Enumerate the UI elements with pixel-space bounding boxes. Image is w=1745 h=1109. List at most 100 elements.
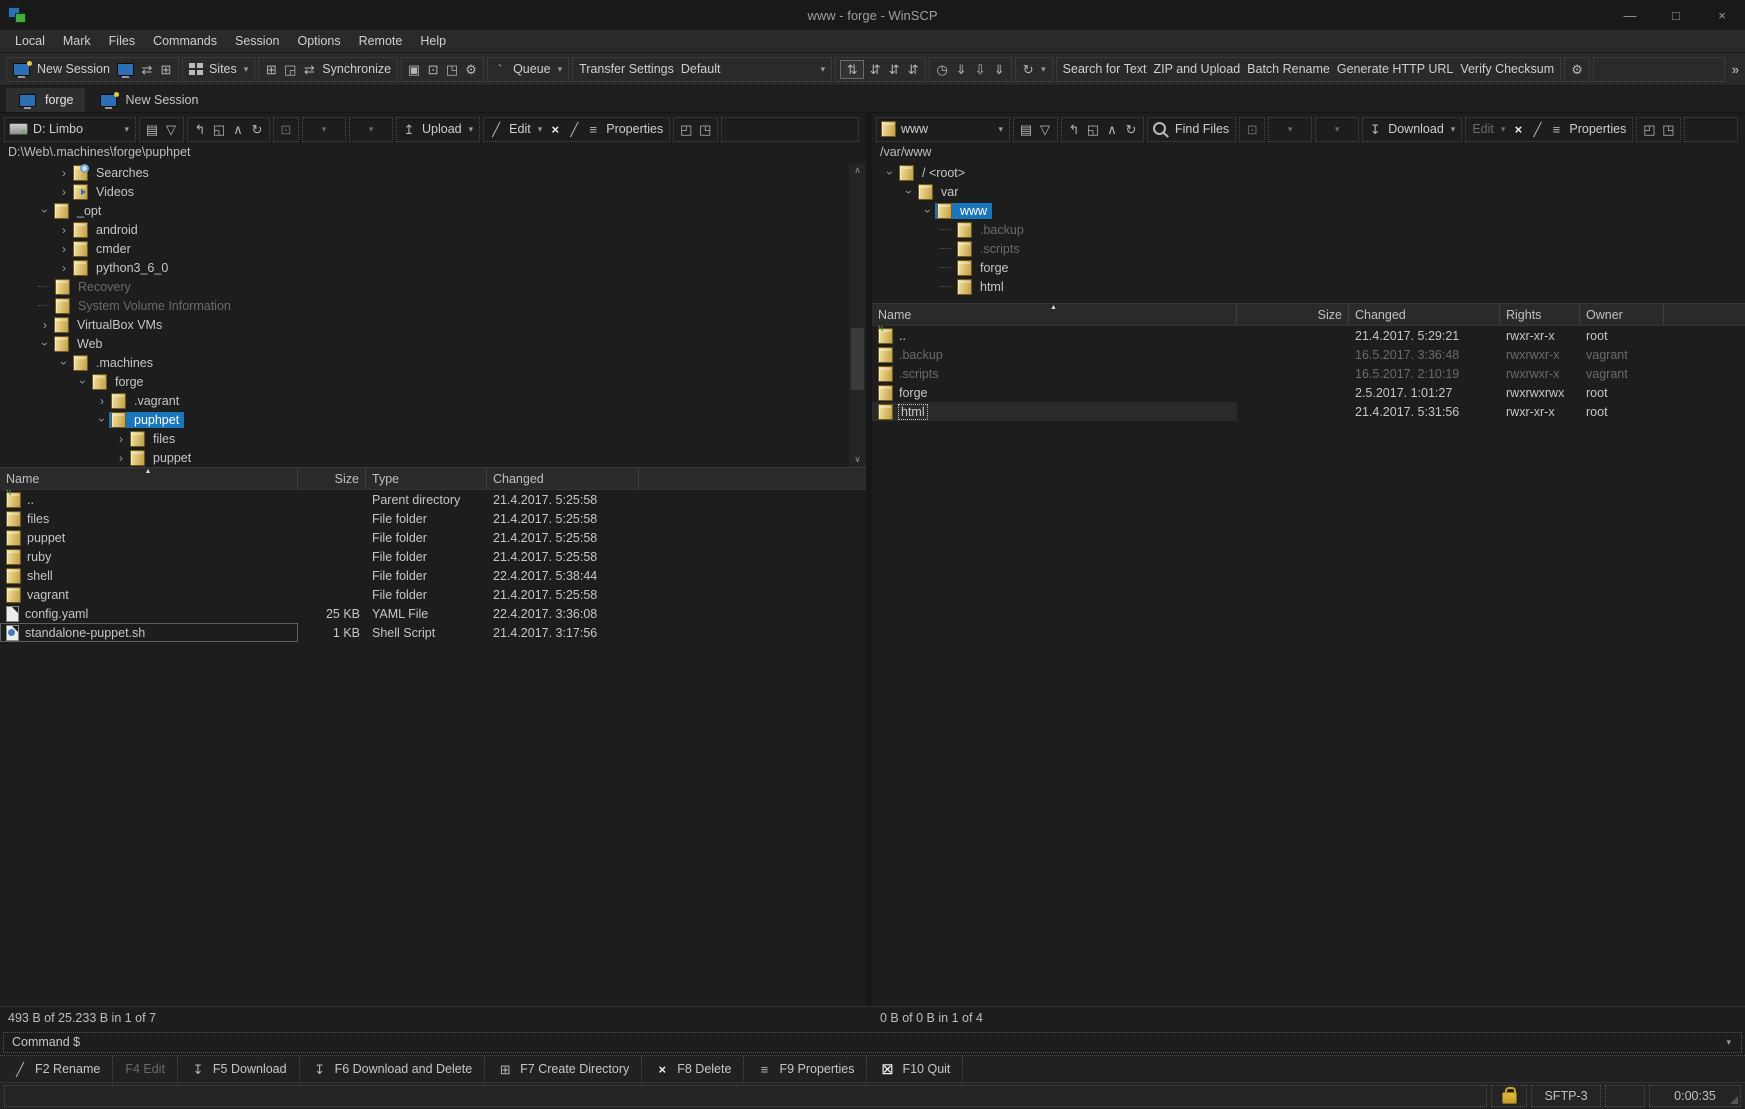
properties-button[interactable]: Properties [1567, 122, 1628, 136]
column-header-changed[interactable]: Changed [487, 468, 639, 489]
tree-node-www[interactable]: ›www [872, 201, 1745, 220]
tree-node-forge[interactable]: ›forge [0, 372, 866, 391]
list-empty-area[interactable] [0, 642, 866, 1006]
new-icon[interactable]: ◰ [1641, 123, 1657, 136]
transfer-mode-ascii-icon[interactable]: ⇵ [867, 63, 883, 76]
f5-download-button[interactable]: ↧F5 Download [178, 1056, 300, 1082]
menu-help[interactable]: Help [411, 34, 455, 48]
collapse-icon[interactable]: › [903, 185, 915, 199]
file-row-ruby[interactable]: rubyFile folder21.4.2017. 5:25:58 [0, 547, 866, 566]
file-row-item[interactable]: ..21.4.2017. 5:29:21rwxr-xr-xroot [872, 326, 1745, 345]
generate-http-url-button[interactable]: Generate HTTP URL [1335, 62, 1455, 76]
collapse-icon[interactable]: › [922, 204, 934, 218]
command-input[interactable]: Command $ ▾ [3, 1032, 1742, 1053]
console-icon[interactable]: ▣ [406, 63, 422, 76]
maximize-button[interactable]: □ [1653, 0, 1699, 30]
add-to-queue-icon[interactable]: ⇩ [972, 63, 988, 76]
menu-local[interactable]: Local [6, 34, 54, 48]
tree-node-virtualbox-vms[interactable]: ›VirtualBox VMs [0, 315, 866, 334]
sites-dropdown[interactable]: ▾ [242, 64, 251, 75]
home-directory-icon[interactable]: ∧ [230, 123, 246, 136]
delete-icon[interactable]: × [547, 123, 563, 136]
remote-path-label[interactable]: www [899, 122, 930, 136]
tab-new-session[interactable]: New Session [87, 88, 210, 112]
tree-node-python3-6-0[interactable]: ›python3_6_0 [0, 258, 866, 277]
column-header-name[interactable]: ▲Name [872, 304, 1237, 325]
edit-dropdown[interactable]: ▾ [1499, 124, 1508, 135]
file-row-shell[interactable]: shellFile folder22.4.2017. 5:38:44 [0, 566, 866, 585]
transfer-prompt-icon[interactable]: ⇓ [991, 63, 1007, 76]
tree-node-files[interactable]: ›files [0, 429, 866, 448]
file-row-html[interactable]: html21.4.2017. 5:31:56rwxr-xr-xroot [872, 402, 1745, 421]
filter-icon[interactable]: ▽ [1037, 123, 1053, 136]
root-directory-icon[interactable]: ◱ [211, 123, 227, 136]
f6-download-and-delete-button[interactable]: ↧F6 Download and Delete [300, 1056, 486, 1082]
session-time[interactable]: 0:00:35 [1649, 1085, 1741, 1107]
tree-node-var[interactable]: ›var [872, 182, 1745, 201]
expand-icon[interactable]: › [114, 452, 128, 464]
tree-node-searches[interactable]: ›Searches [0, 163, 866, 182]
root-directory-icon[interactable]: ◱ [1085, 123, 1101, 136]
queue-icon[interactable]: ` [492, 63, 508, 76]
properties-icon[interactable]: ≡ [1548, 123, 1564, 136]
tree-node-scripts[interactable]: .scripts [872, 239, 1745, 258]
find-files-icon[interactable] [1153, 122, 1166, 135]
new-icon[interactable]: ◰ [678, 123, 694, 136]
scrollbar-track[interactable] [849, 178, 866, 452]
download-dropdown[interactable]: ▾ [1449, 124, 1458, 135]
tree-node-recovery[interactable]: Recovery [0, 277, 866, 296]
transfer-settings-label[interactable]: Transfer Settings [577, 62, 676, 76]
queue-button[interactable]: Queue [511, 62, 553, 76]
edit-button[interactable]: Edit [1470, 122, 1496, 136]
f8-delete-button[interactable]: ×F8 Delete [642, 1056, 744, 1082]
preserve-timestamp-icon[interactable]: ◷ [934, 63, 950, 76]
delete-icon[interactable]: × [1510, 123, 1526, 136]
filter-icon[interactable]: ▽ [163, 123, 179, 136]
open-in-explorer-icon[interactable]: ◳ [1660, 123, 1676, 136]
scroll-down-icon[interactable]: ∨ [849, 452, 866, 467]
expand-icon[interactable]: › [57, 167, 71, 179]
menu-remote[interactable]: Remote [350, 34, 412, 48]
drive-label[interactable]: D: Limbo [31, 122, 85, 136]
back-history-dropdown[interactable]: ▾ [320, 124, 329, 135]
file-row-standalone-puppet-sh[interactable]: standalone-puppet.sh1 KBShell Script21.4… [0, 623, 866, 642]
parent-directory-icon[interactable]: ↰ [1066, 123, 1082, 136]
open-directory-icon[interactable]: ▤ [144, 123, 160, 136]
refresh-icon[interactable]: ↻ [249, 123, 265, 136]
encryption-status[interactable] [1491, 1085, 1527, 1107]
tree-node-web[interactable]: ›Web [0, 334, 866, 353]
explore-icon[interactable]: ◳ [444, 63, 460, 76]
sites-button[interactable]: Sites [207, 62, 239, 76]
collapse-icon[interactable]: › [884, 166, 896, 180]
menu-files[interactable]: Files [100, 34, 144, 48]
file-row-config-yaml[interactable]: config.yaml25 KBYAML File22.4.2017. 3:36… [0, 604, 866, 623]
f10-quit-button[interactable]: ☒F10 Quit [867, 1056, 963, 1082]
resize-grip[interactable] [1730, 1096, 1738, 1104]
synchronize-button[interactable]: Synchronize [320, 62, 393, 76]
windows-icon[interactable]: ⊞ [158, 63, 174, 76]
remote-path-dropdown[interactable]: ▾ [996, 124, 1005, 135]
back-history-dropdown[interactable]: ▾ [1286, 124, 1295, 135]
toolbar-overflow-chevrons[interactable]: » [1732, 62, 1739, 77]
f7-create-directory-button[interactable]: ⊞F7 Create Directory [485, 1056, 642, 1082]
collapse-icon[interactable]: › [96, 413, 108, 427]
collapse-icon[interactable]: › [58, 356, 70, 370]
expand-icon[interactable]: › [57, 243, 71, 255]
open-bookmark-icon[interactable]: ⊡ [1244, 123, 1260, 136]
keep-up-to-date-icon[interactable]: ⊞ [263, 63, 279, 76]
edit-icon[interactable]: ╱ [488, 123, 504, 136]
expand-icon[interactable]: › [95, 395, 109, 407]
close-button[interactable]: × [1699, 0, 1745, 30]
edit-button[interactable]: Edit [507, 122, 533, 136]
tree-node-cmder[interactable]: ›cmder [0, 239, 866, 258]
custom-commands-icon[interactable]: ⚙ [1569, 63, 1585, 76]
drive-dropdown[interactable]: ▾ [122, 124, 131, 135]
forward-history-dropdown[interactable]: ▾ [1333, 124, 1342, 135]
menu-session[interactable]: Session [226, 34, 288, 48]
list-empty-area[interactable] [872, 421, 1745, 1006]
file-row-puppet[interactable]: puppetFile folder21.4.2017. 5:25:58 [0, 528, 866, 547]
upload-dropdown[interactable]: ▾ [467, 124, 476, 135]
forward-history-dropdown[interactable]: ▾ [367, 124, 376, 135]
remote-folder-icon[interactable] [881, 121, 896, 137]
file-row-vagrant[interactable]: vagrantFile folder21.4.2017. 5:25:58 [0, 585, 866, 604]
